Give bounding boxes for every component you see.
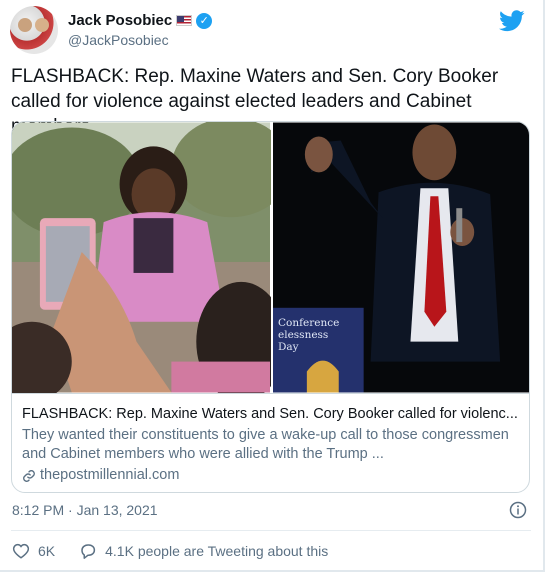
- author-display-name[interactable]: Jack Posobiec: [68, 12, 172, 29]
- author-names: Jack Posobiec ✓ @JackPosobiec: [68, 12, 213, 48]
- card-description: They wanted their constituents to give a…: [22, 427, 509, 462]
- us-flag-icon: [176, 15, 193, 26]
- card-domain: thepostmillennial.com: [40, 467, 180, 483]
- reply-bubble-icon: [81, 544, 96, 559]
- card-title[interactable]: FLASHBACK: Rep. Maxine Waters and Sen. C…: [22, 405, 519, 424]
- conversation-text: 4.1K people are Tweeting about this: [105, 543, 329, 559]
- display-name-row: Jack Posobiec ✓: [68, 12, 213, 29]
- heart-icon: [12, 543, 30, 559]
- tweet-header: Jack Posobiec ✓ @JackPosobiec: [10, 6, 213, 54]
- author-handle[interactable]: @JackPosobiec: [68, 32, 212, 48]
- engagement-bar: 6K 4.1K people are Tweeting about this: [12, 542, 328, 560]
- podium-sign-text: Conference elessness Day: [278, 317, 340, 353]
- tweet-timestamp[interactable]: 8:12 PM · Jan 13, 2021: [12, 502, 158, 518]
- info-icon[interactable]: [509, 501, 527, 519]
- conversation-action[interactable]: 4.1K people are Tweeting about this: [79, 542, 328, 560]
- card-image: Conference elessness Day: [12, 122, 529, 393]
- embedded-tweet: Jack Posobiec ✓ @JackPosobiec FLASHBACK:…: [0, 0, 545, 572]
- card-domain-row[interactable]: thepostmillennial.com: [22, 466, 519, 485]
- like-action[interactable]: 6K: [12, 542, 55, 560]
- twitter-bird-icon[interactable]: [499, 10, 525, 32]
- link-icon: [23, 469, 35, 482]
- avatar[interactable]: [10, 6, 58, 54]
- link-preview-card[interactable]: Conference elessness Day FLASHBACK: Rep.…: [11, 121, 530, 493]
- verified-icon: ✓: [196, 12, 213, 29]
- card-body: FLASHBACK: Rep. Maxine Waters and Sen. C…: [12, 393, 529, 485]
- divider: [11, 530, 531, 531]
- like-count: 6K: [38, 543, 56, 559]
- photo-divider: [271, 122, 273, 393]
